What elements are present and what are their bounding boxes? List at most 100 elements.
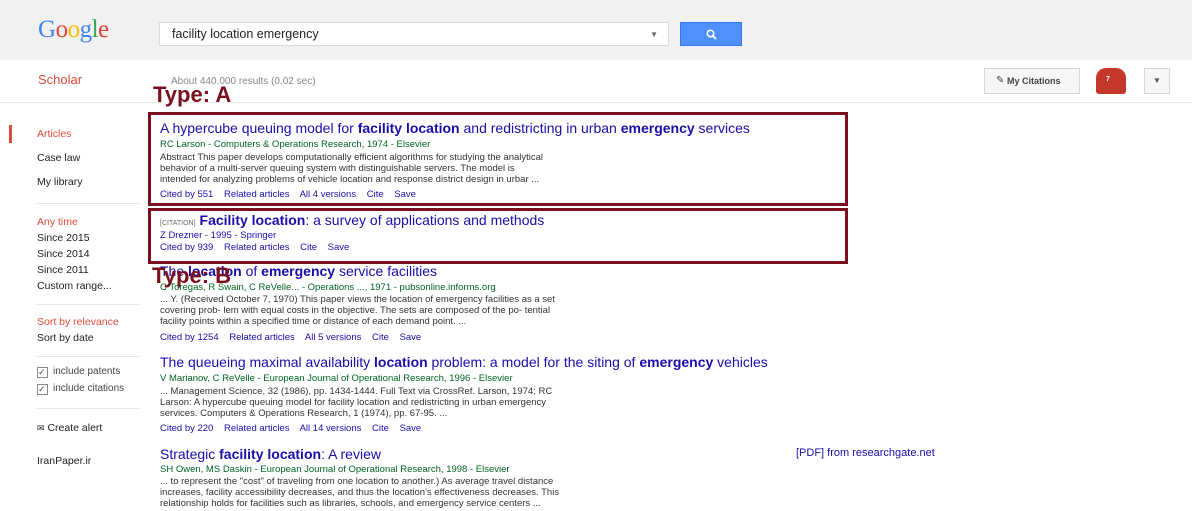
result-title-text: services (694, 120, 750, 136)
related-articles-link[interactable]: Related articles (224, 189, 289, 200)
cited-by-link[interactable]: Cited by 1254 (160, 332, 219, 343)
all-versions-link[interactable]: All 14 versions (300, 423, 362, 434)
result-snippet: ... Y. (Received October 7, 1970) This p… (160, 294, 555, 327)
pdf-link[interactable]: [PDF] from researchgate.net (796, 447, 935, 459)
time-filter-since-2011[interactable]: Since 2011 (37, 264, 89, 276)
all-versions-link[interactable]: All 4 versions (300, 189, 357, 200)
citation-tag: [CITATION] (160, 220, 196, 227)
search-query: facility location emergency (172, 27, 319, 41)
snippet-line: ... to represent the "cost" of traveling… (160, 476, 554, 487)
search-icon (706, 29, 717, 40)
pencil-icon: ✎ (996, 75, 1005, 86)
logo-letter: G (38, 16, 56, 43)
cite-link[interactable]: Cite (372, 423, 389, 434)
cited-by-link[interactable]: Cited by 939 (160, 242, 213, 253)
include-patents-checkbox[interactable]: ✓ include patents (37, 366, 120, 378)
result-snippet: ... Management Science, 32 (1986), pp. 1… (160, 386, 552, 419)
sidebar-item-my-library[interactable]: My library (37, 176, 83, 188)
snippet-line: facility points within a specified time … (160, 316, 467, 327)
snippet-line: ... Y. (Received October 7, 1970) This p… (160, 294, 555, 305)
sidebar-active-indicator (9, 125, 12, 143)
snippet-line: ... Management Science, 32 (1986), pp. 1… (160, 386, 553, 397)
cite-link[interactable]: Cite (300, 242, 317, 253)
iranpaper-link[interactable]: IranPaper.ir (37, 455, 91, 467)
sidebar-divider (37, 408, 139, 409)
result-title-text: : a survey of applications and methods (305, 212, 545, 228)
result-title-text: service facilities (335, 263, 438, 279)
logo-letter: e (98, 16, 109, 43)
result-title-keyword: emergency (261, 263, 336, 279)
result-title-text: of (241, 263, 262, 279)
snippet-line: behavior of a multi-server queuing syste… (160, 163, 515, 174)
save-link[interactable]: Save (400, 423, 422, 434)
save-link[interactable]: Save (394, 189, 416, 200)
my-citations-button[interactable]: ✎ My Citations (984, 68, 1080, 94)
scholar-label[interactable]: Scholar (38, 72, 82, 87)
search-options-chevron-icon[interactable]: ▼ (650, 30, 658, 39)
create-alert-label: Create alert (47, 422, 103, 434)
time-filter-custom-range[interactable]: Custom range... (37, 280, 112, 292)
result-links: Cited by 220 Related articles All 14 ver… (160, 423, 429, 434)
save-link[interactable]: Save (328, 242, 350, 253)
sort-by-date[interactable]: Sort by date (37, 332, 94, 344)
account-menu-button[interactable]: ▼ (1144, 68, 1170, 94)
sidebar-item-case-law[interactable]: Case law (37, 152, 80, 164)
snippet-line: increases, facility accessibility decrea… (160, 487, 560, 498)
type-a-label: Type: A (153, 82, 232, 107)
result-authors: RC Larson - Computers & Operations Resea… (160, 139, 431, 150)
related-articles-link[interactable]: Related articles (224, 242, 289, 253)
result-snippet: Abstract This paper develops computation… (160, 152, 543, 185)
mail-icon: ✉ (37, 423, 45, 433)
result-title[interactable]: [CITATION] Facility location: a survey of… (160, 212, 544, 228)
logo-letter: o (55, 16, 69, 43)
result-title-text: problem: a model for the siting of (427, 354, 640, 370)
checkmark-icon: ✓ (37, 367, 48, 378)
related-articles-link[interactable]: Related articles (229, 332, 294, 343)
sort-by-relevance[interactable]: Sort by relevance (37, 316, 119, 328)
result-title[interactable]: Strategic facility location: A review (160, 446, 381, 462)
result-title-keyword: Facility location (199, 212, 306, 228)
result-title-keyword: emergency (620, 120, 695, 136)
all-versions-link[interactable]: All 5 versions (305, 332, 362, 343)
result-title[interactable]: The queueing maximal availability locati… (160, 354, 768, 370)
google-logo[interactable]: Google (38, 16, 109, 44)
include-citations-checkbox[interactable]: ✓ include citations (37, 383, 124, 395)
related-articles-link[interactable]: Related articles (224, 423, 289, 434)
cite-link[interactable]: Cite (372, 332, 389, 343)
result-title-text: and redistricting in urban (459, 120, 621, 136)
snippet-line: Larson: A hypercube queuing model for fa… (160, 397, 547, 408)
result-authors: SH Owen, MS Daskin - European Journal of… (160, 464, 510, 475)
cited-by-link[interactable]: Cited by 551 (160, 189, 213, 200)
result-title-text: vehicles (713, 354, 768, 370)
result-title-text: : A review (321, 446, 381, 462)
result-authors: V Marianov, C ReVelle - European Journal… (160, 373, 513, 384)
sidebar-divider (37, 203, 139, 204)
cite-link[interactable]: Cite (367, 189, 384, 200)
create-alert-link[interactable]: ✉ Create alert (37, 422, 102, 434)
snippet-line: Abstract This paper develops computation… (160, 152, 544, 163)
sidebar-divider (37, 304, 139, 305)
time-filter-since-2015[interactable]: Since 2015 (37, 232, 90, 244)
snippet-line: services. Computers & Operations Researc… (160, 408, 448, 419)
result-links: Cited by 1254 Related articles All 5 ver… (160, 332, 429, 343)
notification-count: 7 (1106, 76, 1110, 83)
result-title-keyword: facility location (357, 120, 460, 136)
result-title-text: A hypercube queuing model for (160, 120, 358, 136)
snippet-line: covering prob- lem with equal costs in t… (160, 305, 551, 316)
result-title[interactable]: A hypercube queuing model for facility l… (160, 120, 750, 136)
search-button[interactable] (680, 22, 742, 46)
result-authors[interactable]: Z Drezner - 1995 - Springer (160, 230, 276, 241)
cited-by-link[interactable]: Cited by 220 (160, 423, 213, 434)
time-filter-any-time[interactable]: Any time (37, 216, 78, 228)
result-title-keyword: emergency (639, 354, 714, 370)
result-links: Cited by 939 Related articles Cite Save (160, 242, 357, 253)
result-snippet: ... to represent the "cost" of traveling… (160, 476, 559, 509)
notifications-button[interactable]: 7 (1096, 68, 1126, 94)
search-input[interactable]: facility location emergency ▼ (159, 22, 669, 46)
save-link[interactable]: Save (400, 332, 422, 343)
logo-letter: g (79, 16, 93, 43)
result-title-text: Strategic (160, 446, 220, 462)
sidebar-item-articles[interactable]: Articles (37, 128, 71, 140)
time-filter-since-2014[interactable]: Since 2014 (37, 248, 90, 260)
checkmark-icon: ✓ (37, 384, 48, 395)
